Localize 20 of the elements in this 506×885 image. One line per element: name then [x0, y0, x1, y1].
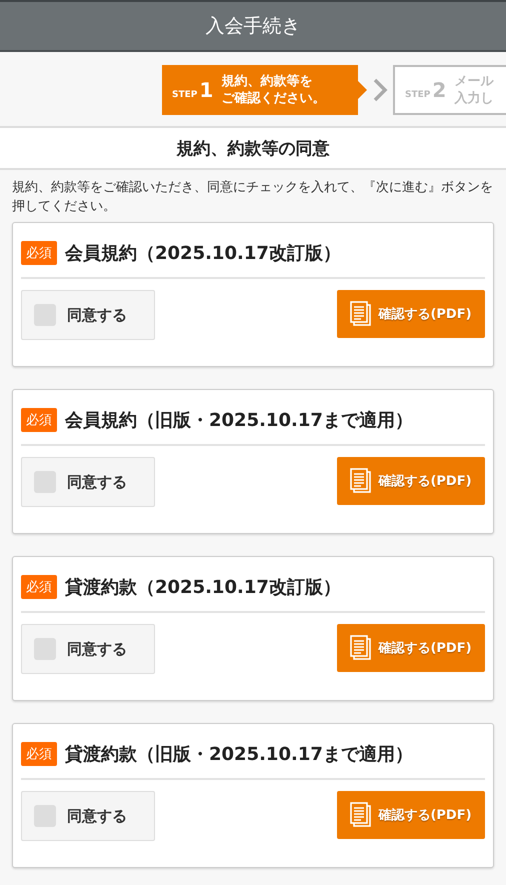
instruction-text: 規約、約款等をご確認いただき、同意にチェックを入れて、『次に進む』ボタンを押してください。: [11, 179, 494, 216]
agree-checkbox[interactable]: 同意する: [21, 624, 155, 674]
required-badge: 必須: [21, 575, 57, 599]
agree-checkbox[interactable]: 同意する: [21, 290, 155, 340]
agreement-title: 貸渡約款（旧版・2025.10.17まで適用）: [65, 743, 413, 766]
required-badge: 必須: [21, 241, 57, 265]
document-icon: [350, 802, 372, 828]
agreement-title: 会員規約（2025.10.17改訂版）: [65, 242, 341, 265]
document-icon: [350, 468, 372, 494]
page-title: 入会手続き: [206, 14, 300, 39]
agreement-title: 貸渡約款（2025.10.17改訂版）: [65, 576, 341, 599]
agree-checkbox[interactable]: 同意する: [21, 457, 155, 507]
required-badge: 必須: [21, 408, 57, 432]
chevron-right-icon: [371, 77, 389, 103]
section-title: 規約、約款等の同意: [0, 128, 506, 170]
agreement-title: 会員規約（旧版・2025.10.17まで適用）: [65, 409, 413, 432]
required-badge: 必須: [21, 742, 57, 766]
agree-checkbox[interactable]: 同意する: [21, 791, 155, 841]
document-icon: [350, 301, 372, 327]
document-icon: [350, 635, 372, 661]
